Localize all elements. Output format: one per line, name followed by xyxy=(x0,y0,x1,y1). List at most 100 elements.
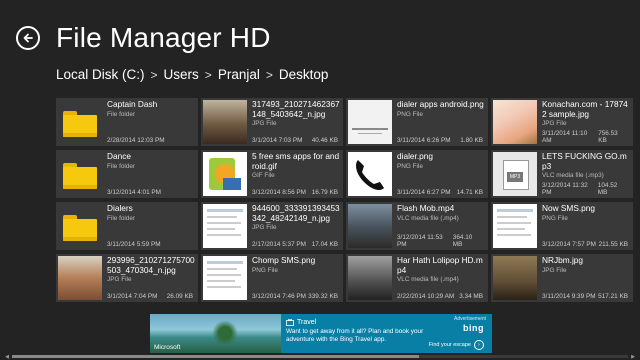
scroll-thumb[interactable] xyxy=(12,355,419,358)
gif-thumbnail xyxy=(203,152,247,196)
ad-label: Advertisement xyxy=(454,316,486,322)
file-info: Konachan.com - 178742 sample.jpg JPG File… xyxy=(539,98,633,146)
file-tile[interactable]: 293996_210271275700503_470304_n.jpg JPG F… xyxy=(56,254,198,302)
file-name: Chomp SMS.png xyxy=(252,256,316,265)
breadcrumb-local-disk[interactable]: Local Disk (C:) xyxy=(56,67,145,82)
file-tile[interactable]: Dance File folder 3/12/2014 4:01 PM xyxy=(56,150,198,198)
file-tile[interactable]: Konachan.com - 178742 sample.jpg JPG File… xyxy=(491,98,633,146)
scroll-track[interactable] xyxy=(12,355,628,358)
breadcrumb: Local Disk (C:) > Users > Pranjal > Desk… xyxy=(56,67,328,82)
file-tile[interactable]: dialer.png PNG File 3/11/2014 6:27 PM 14.71… xyxy=(346,150,488,198)
file-size: 17.04 KB xyxy=(311,241,338,248)
scroll-left-icon[interactable]: ◀ xyxy=(4,354,10,360)
file-thumbnail xyxy=(203,204,247,248)
file-thumbnail xyxy=(58,100,102,144)
file-info: Chomp SMS.png PNG File 3/12/2014 7:46 PM 33… xyxy=(249,254,343,302)
file-thumbnail xyxy=(348,204,392,248)
file-type: File folder xyxy=(107,214,136,222)
file-info: Flash Mob.mp4 VLC media file (.mp4) 3/12/2… xyxy=(394,202,488,250)
file-tile[interactable]: 944600_333391393453342_48242149_n.jpg JPG… xyxy=(201,202,343,250)
file-tile[interactable]: 5 free sms apps for android.gif GIF File 3… xyxy=(201,150,343,198)
file-type: JPG File xyxy=(542,120,567,127)
file-thumbnail xyxy=(493,100,537,144)
file-name: dialer apps android.png xyxy=(397,100,484,109)
scroll-right-icon[interactable]: ▶ xyxy=(630,354,636,360)
ad-cta-text: Find your escape xyxy=(428,342,471,348)
horizontal-scrollbar[interactable]: ◀ ▶ xyxy=(4,354,636,360)
ad-cta[interactable]: Find your escape › xyxy=(429,340,484,350)
file-tile[interactable]: Har Hath Lolipop HD.mp4 VLC media file (.… xyxy=(346,254,488,302)
ad-content: Advertisement bing Travel Want to get aw… xyxy=(281,314,492,353)
file-name: Now SMS.png xyxy=(542,204,596,213)
file-date: 3/12/2014 11:32 PM xyxy=(542,182,588,196)
file-date: 3/12/2014 11:53 PM xyxy=(397,234,443,248)
file-thumbnail xyxy=(203,100,247,144)
breadcrumb-separator: > xyxy=(150,67,158,82)
breadcrumb-separator: > xyxy=(204,67,212,82)
image-thumbnail xyxy=(348,100,392,144)
advertisement-banner[interactable]: Microsoft Advertisement bing Travel Want… xyxy=(150,314,492,353)
file-size: 14.71 KB xyxy=(456,189,483,196)
file-size: 756.53 KB xyxy=(598,130,618,144)
file-tile[interactable]: dialer apps android.png PNG File 3/11/2014… xyxy=(346,98,488,146)
file-thumbnail xyxy=(348,100,392,144)
file-date: 3/11/2014 11:10 AM xyxy=(542,130,588,144)
image-thumbnail xyxy=(493,256,537,300)
file-date: 3/1/2014 7:03 PM xyxy=(252,137,303,144)
file-date: 3/11/2014 9:39 PM xyxy=(542,293,596,300)
file-name: Dialers xyxy=(107,204,133,213)
video-thumbnail xyxy=(348,256,392,300)
file-date: 3/12/2014 7:46 PM xyxy=(252,293,307,300)
file-name: Captain Dash xyxy=(107,100,158,109)
file-type: PNG File xyxy=(397,162,423,170)
file-tile[interactable]: Flash Mob.mp4 VLC media file (.mp4) 3/12/2… xyxy=(346,202,488,250)
file-name: dialer.png xyxy=(397,152,433,161)
file-size: 1.80 KB xyxy=(460,137,483,144)
phone-icon xyxy=(348,152,392,196)
breadcrumb-pranjal[interactable]: Pranjal xyxy=(218,67,260,82)
file-tile[interactable]: Now SMS.png PNG File 3/12/2014 7:57 PM 211.… xyxy=(491,202,633,250)
file-type: PNG File xyxy=(397,110,423,118)
folder-icon xyxy=(63,111,97,137)
file-date: 2/17/2014 5:37 PM xyxy=(252,241,307,248)
screenshot-thumbnail xyxy=(493,204,537,248)
file-date: 2/28/2014 12:03 PM xyxy=(107,137,165,144)
file-thumbnail xyxy=(203,152,247,196)
file-thumbnail xyxy=(203,256,247,300)
file-tile[interactable]: NRJbm.jpg JPG File 3/11/2014 9:39 PM 517.21… xyxy=(491,254,633,302)
back-button[interactable] xyxy=(16,26,40,50)
file-type: File folder xyxy=(107,110,136,118)
file-thumbnail xyxy=(58,256,102,300)
screenshot-thumbnail xyxy=(203,256,247,300)
file-type: VLC media file (.mp4) xyxy=(397,214,459,222)
file-tile[interactable]: Captain Dash File folder 2/28/2014 12:03 P… xyxy=(56,98,198,146)
app-title: File Manager HD xyxy=(56,22,271,53)
ad-beach-image: Microsoft xyxy=(150,314,281,353)
file-name: 293996_210271275700503_470304_n.jpg xyxy=(107,256,195,275)
file-thumbnail xyxy=(493,204,537,248)
file-tile[interactable]: MP3 LETS FUCKING GO.mp3 VLC media file (.m… xyxy=(491,150,633,198)
file-info: Har Hath Lolipop HD.mp4 VLC media file (.… xyxy=(394,254,488,302)
file-date: 3/12/2014 8:56 PM xyxy=(252,189,307,196)
file-info: LETS FUCKING GO.mp3 VLC media file (.mp3)… xyxy=(539,150,633,198)
file-tile[interactable]: Dialers File folder 3/11/2014 5:59 PM xyxy=(56,202,198,250)
file-type: PNG File xyxy=(542,214,568,222)
ad-sponsor: Microsoft xyxy=(154,344,181,351)
breadcrumb-users[interactable]: Users xyxy=(164,67,199,82)
suitcase-icon xyxy=(286,319,294,326)
file-size: 211.55 KB xyxy=(598,241,628,248)
file-tile[interactable]: Chomp SMS.png PNG File 3/12/2014 7:46 PM 33… xyxy=(201,254,343,302)
file-tile[interactable]: 317493_210271462367148_5403642_n.jpg JPG … xyxy=(201,98,343,146)
file-type: VLC media file (.mp3) xyxy=(542,172,604,179)
file-info: dialer.png PNG File 3/11/2014 6:27 PM 14.71… xyxy=(394,150,488,198)
file-info: 293996_210271275700503_470304_n.jpg JPG F… xyxy=(104,254,198,302)
file-date: 3/1/2014 7:04 PM xyxy=(107,293,158,300)
file-size: 3.34 MB xyxy=(459,293,483,300)
file-date: 3/11/2014 5:59 PM xyxy=(107,241,161,248)
file-name: LETS FUCKING GO.mp3 xyxy=(542,152,627,171)
breadcrumb-desktop[interactable]: Desktop xyxy=(279,67,329,82)
folder-icon xyxy=(63,215,97,241)
file-name: 317493_210271462367148_5403642_n.jpg xyxy=(252,100,340,119)
ad-text: Want to get away from it all? Plan and b… xyxy=(286,328,424,343)
file-type: JPG File xyxy=(542,266,567,274)
